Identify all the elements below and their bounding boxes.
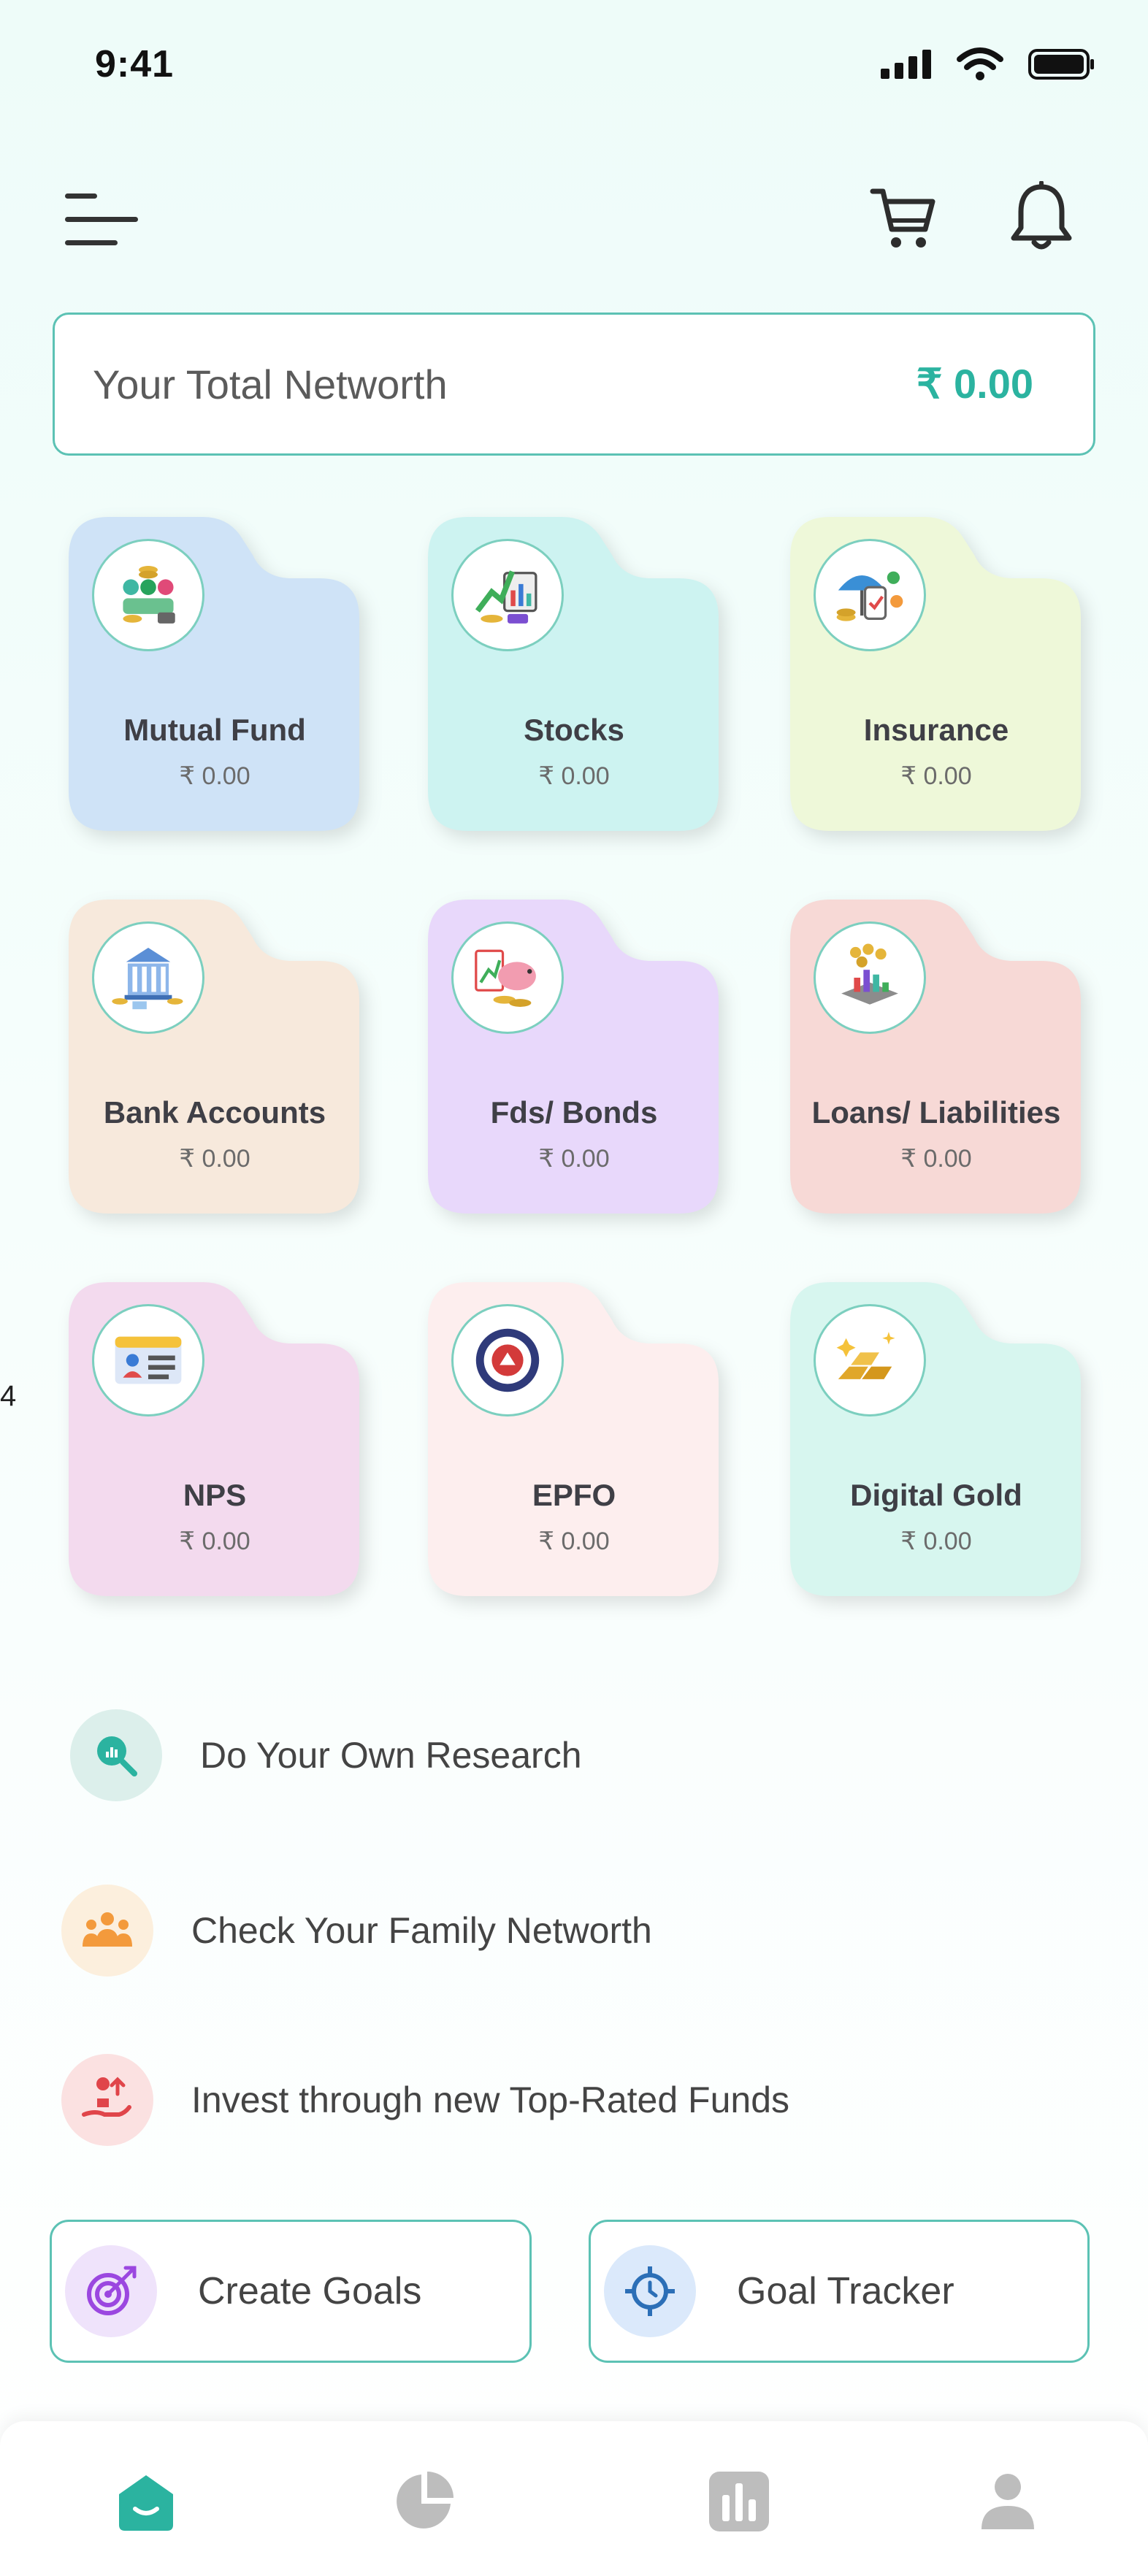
invest-hand-icon — [82, 2077, 131, 2117]
asset-amount: ₹ 0.00 — [538, 1145, 610, 1173]
edge-mark: 4 — [0, 1380, 17, 1412]
asset-card-digital-gold[interactable]: Digital Gold ₹ 0.00 — [786, 1282, 1087, 1603]
epfo-emblem-icon — [475, 1328, 540, 1392]
top-rated-funds-link[interactable]: Invest through new Top-Rated Funds — [61, 2049, 789, 2151]
family-networth-link[interactable]: Check Your Family Networth — [61, 1879, 652, 1982]
goal-tracker-icon — [625, 2266, 675, 2316]
family-icon — [83, 1912, 132, 1947]
asset-card-fds-bonds[interactable]: Fds/ Bonds ₹ 0.00 — [424, 900, 724, 1221]
piggy-bank-icon — [475, 949, 536, 1007]
notifications-button[interactable] — [1003, 180, 1079, 256]
cart-button[interactable] — [863, 183, 944, 256]
asset-title: Mutual Fund — [123, 713, 306, 747]
asset-card-epfo[interactable]: EPFO ₹ 0.00 — [424, 1282, 724, 1603]
asset-icon-circle — [92, 539, 204, 651]
status-time: 9:41 — [95, 43, 175, 85]
asset-title: Digital Gold — [850, 1478, 1022, 1512]
asset-amount: ₹ 0.00 — [900, 762, 972, 790]
id-card-icon — [115, 1336, 182, 1384]
asset-card-loans-liabilities[interactable]: Loans/ Liabilities ₹ 0.00 — [786, 900, 1087, 1221]
asset-icon-circle — [814, 539, 926, 651]
user-icon — [981, 2474, 1034, 2529]
research-icon-circle — [70, 1709, 162, 1801]
bell-icon — [1011, 181, 1072, 250]
asset-title: NPS — [183, 1478, 247, 1512]
wifi-icon — [957, 47, 1003, 80]
family-icon-circle — [61, 1885, 153, 1977]
menu-button[interactable] — [61, 187, 142, 253]
cart-icon — [870, 188, 935, 248]
gold-bars-icon — [836, 1332, 895, 1379]
asset-amount: ₹ 0.00 — [538, 1527, 610, 1555]
asset-amount: ₹ 0.00 — [179, 1145, 250, 1173]
bank-building-icon — [112, 947, 183, 1010]
tracker-icon-circle — [604, 2245, 696, 2337]
goal-tracker-label: Goal Tracker — [737, 2270, 954, 2312]
family-networth-text: Check Your Family Networth — [191, 1910, 652, 1951]
networth-label: Your Total Networth — [93, 361, 448, 407]
asset-title: Insurance — [863, 713, 1009, 747]
goal-tracker-button[interactable]: Goal Tracker — [589, 2220, 1090, 2363]
asset-amount: ₹ 0.00 — [900, 1527, 972, 1555]
tab-portfolio[interactable] — [387, 2465, 460, 2538]
status-icons — [881, 42, 1095, 86]
asset-amount: ₹ 0.00 — [179, 762, 250, 790]
goal-icon-circle — [65, 2245, 157, 2337]
pie-chart-icon — [397, 2472, 454, 2529]
networth-card[interactable]: Your Total Networth ₹ 0.00 — [53, 313, 1095, 456]
research-link[interactable]: Do Your Own Research — [70, 1704, 582, 1806]
research-link-text: Do Your Own Research — [200, 1735, 582, 1776]
networth-value: ₹ 0.00 — [916, 361, 1033, 407]
stocks-chart-icon — [475, 570, 537, 624]
asset-title: Fds/ Bonds — [490, 1095, 658, 1130]
mutual-fund-icon — [123, 566, 175, 624]
asset-amount: ₹ 0.00 — [538, 762, 610, 790]
menu-icon — [65, 193, 138, 245]
asset-title: EPFO — [532, 1478, 616, 1512]
asset-icon-circle — [451, 1304, 564, 1417]
asset-icon-circle — [451, 921, 564, 1034]
home-icon — [119, 2475, 173, 2531]
signal-icon — [881, 50, 931, 79]
asset-icon-circle — [451, 539, 564, 651]
create-goals-button[interactable]: Create Goals — [50, 2220, 532, 2363]
asset-icon-circle — [92, 921, 204, 1034]
asset-icon-circle — [92, 1304, 204, 1417]
asset-card-nps[interactable]: NPS ₹ 0.00 — [64, 1282, 365, 1603]
top-rated-funds-text: Invest through new Top-Rated Funds — [191, 2079, 790, 2120]
asset-card-mutual-fund[interactable]: Mutual Fund ₹ 0.00 — [64, 517, 365, 838]
asset-card-bank-accounts[interactable]: Bank Accounts ₹ 0.00 — [64, 900, 365, 1221]
create-goals-label: Create Goals — [198, 2270, 422, 2312]
asset-card-stocks[interactable]: Stocks ₹ 0.00 — [424, 517, 724, 838]
bottom-nav — [0, 2421, 1148, 2576]
tab-reports[interactable] — [703, 2465, 776, 2538]
asset-icon-circle — [814, 921, 926, 1034]
invest-icon-circle — [61, 2054, 153, 2146]
research-search-icon — [97, 1736, 137, 1776]
bar-chart-icon — [709, 2472, 769, 2531]
tab-home[interactable] — [110, 2465, 183, 2538]
insurance-umbrella-icon — [836, 571, 903, 621]
asset-amount: ₹ 0.00 — [900, 1145, 972, 1173]
asset-card-insurance[interactable]: Insurance ₹ 0.00 — [786, 517, 1087, 838]
asset-title: Bank Accounts — [103, 1095, 326, 1130]
asset-icon-circle — [814, 1304, 926, 1417]
asset-title: Loans/ Liabilities — [811, 1095, 1061, 1130]
asset-title: Stocks — [524, 713, 624, 747]
asset-amount: ₹ 0.00 — [179, 1527, 250, 1555]
coins-chart-icon — [841, 943, 898, 1005]
tab-profile[interactable] — [971, 2465, 1044, 2538]
target-icon — [87, 2266, 137, 2315]
battery-icon — [1028, 49, 1094, 80]
